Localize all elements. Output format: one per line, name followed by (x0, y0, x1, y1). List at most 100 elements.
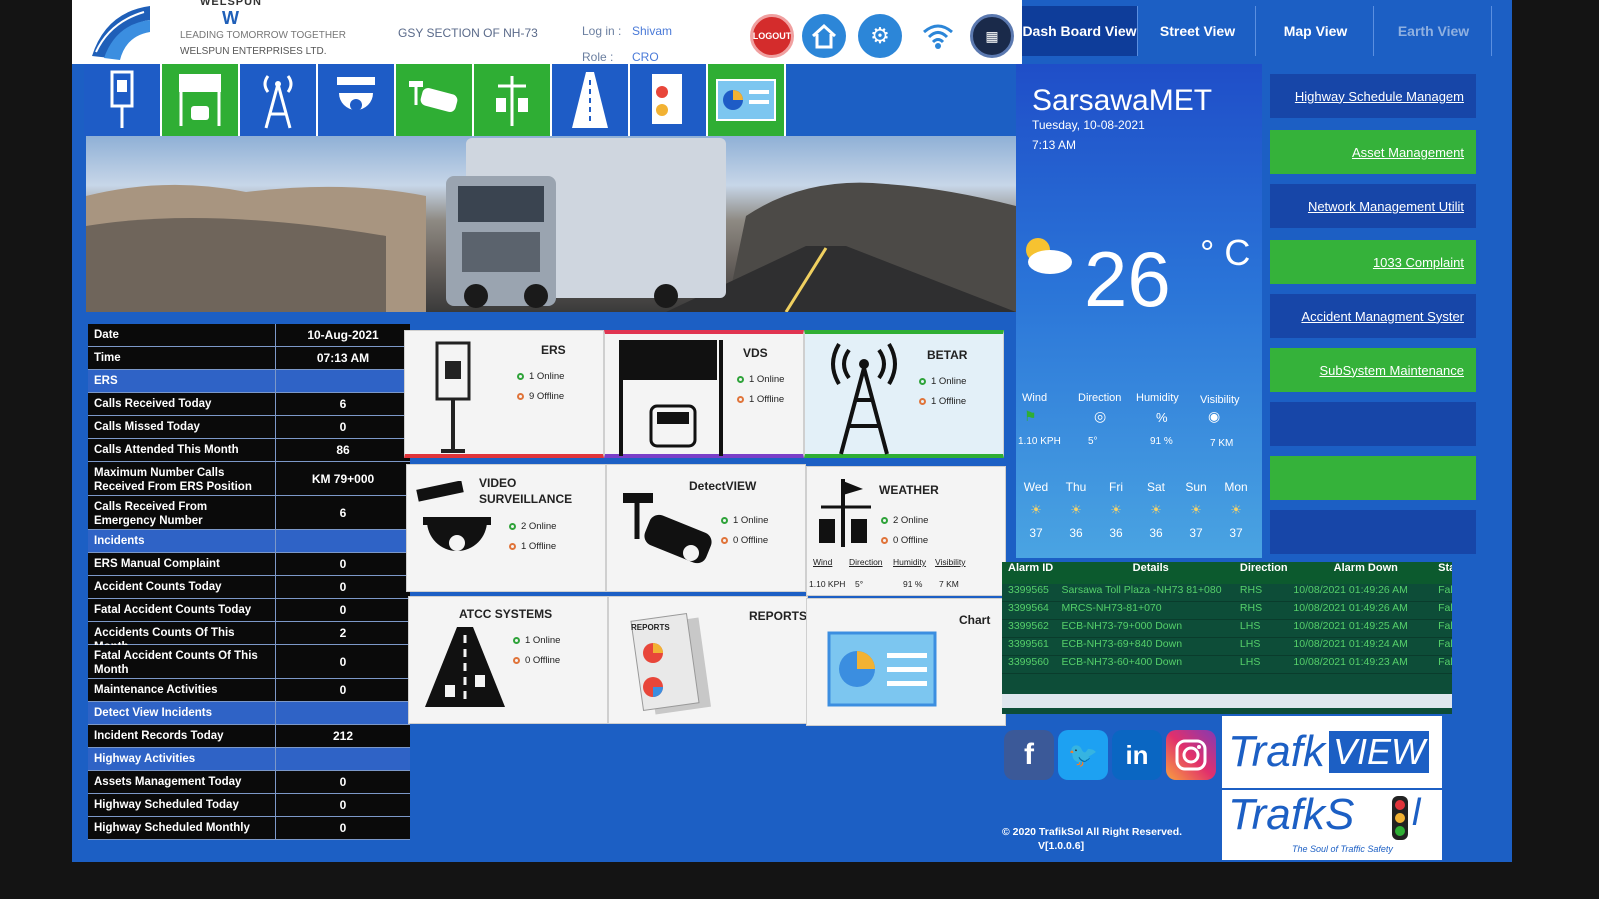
tile-video-surveillance[interactable]: VIDEO SURVEILLANCE 2 Online 1 Offline (406, 464, 606, 592)
tab-dashboard-view[interactable]: Dash Board View (1022, 6, 1138, 56)
twitter-icon[interactable]: 🐦 (1058, 730, 1108, 780)
row-label: Fatal Accident Counts Of This Month (88, 645, 276, 678)
menu-highway-schedule[interactable]: Highway Schedule Managem (1270, 74, 1476, 118)
weather-station-icon (819, 479, 871, 547)
horizontal-scrollbar[interactable] (1002, 694, 1452, 708)
menu-network-management[interactable]: Network Management Utilit (1270, 184, 1476, 228)
table-row[interactable]: 3399562 ECB-NH73-79+000 Down LHS 10/08/2021… (1002, 620, 1452, 638)
detectview-button[interactable] (396, 64, 474, 136)
online-status: 1 Online (721, 515, 768, 526)
offline-count: 0 Offline (893, 535, 929, 546)
col-alarm-id[interactable]: Alarm ID (1002, 562, 1062, 584)
section-ers: ERS (88, 370, 410, 393)
radio-tower-icon (831, 342, 897, 455)
reports-button[interactable] (630, 64, 708, 136)
cell-alarm-down: 10/08/2021 01:49:26 AM (1293, 584, 1408, 596)
forecast-temp: 36 (1109, 526, 1123, 540)
settings-button[interactable]: ⚙ (858, 14, 902, 58)
forecast-day-label: Sun (1185, 480, 1207, 494)
home-button[interactable] (802, 14, 846, 58)
traffic-light-icon (1392, 796, 1408, 840)
temperature-unit: ° C (1200, 232, 1251, 273)
station-name: SarsawaMET (1032, 84, 1213, 117)
col-direction[interactable]: Direction (1240, 562, 1294, 584)
facebook-icon[interactable]: f (1004, 730, 1054, 780)
header-bar: WELSPUN W LEADING TOMORROW TOGETHER WELS… (72, 0, 1022, 64)
instagram-icon[interactable] (1166, 730, 1216, 780)
row-ers-manual: ERS Manual Complaint 0 (88, 553, 410, 576)
col-details[interactable]: Details (1062, 562, 1240, 584)
video-surveillance-button[interactable] (318, 64, 396, 136)
road-icon (425, 627, 505, 707)
tab-earth-view[interactable]: Earth View (1376, 6, 1492, 56)
tile-chart[interactable]: Chart (806, 598, 1006, 726)
menu-accident-management[interactable]: Accident Managment Syster (1270, 294, 1476, 338)
menu-1033-complaint[interactable]: 1033 Complaint (1270, 240, 1476, 284)
row-label: Fatal Accident Counts Today (88, 599, 276, 621)
section-spacer (276, 748, 410, 770)
tile-betar[interactable]: BETAR 1 Online 1 Offline (804, 330, 1004, 458)
chart-icon (827, 631, 937, 707)
tile-title: REPORTS (749, 609, 808, 623)
forecast-temp: 37 (1029, 526, 1043, 540)
online-status: 1 Online (513, 635, 560, 646)
wind-value: 1.10 KPH (1018, 436, 1061, 447)
col-alarm-down[interactable]: Alarm Down (1293, 562, 1438, 584)
online-count: 1 Online (749, 374, 785, 385)
logout-button[interactable]: LOGOUT (750, 14, 794, 58)
dashboard-apps-button[interactable]: ▦ (970, 14, 1014, 58)
row-incident-records: Incident Records Today 212 (88, 725, 410, 748)
table-row[interactable]: 3399561 ECB-NH73-69+840 Down LHS 10/08/2021… (1002, 638, 1452, 656)
tile-weather[interactable]: WEATHER 2 Online 0 Offline Wind Directio… (806, 466, 1006, 596)
linkedin-icon[interactable]: in (1112, 730, 1162, 780)
row-hw-month: Highway Scheduled Monthly 0 (88, 817, 410, 840)
tile-ers[interactable]: ERS 1 Online 9 Offline (404, 330, 604, 458)
table-row[interactable]: 3399560 ECB-NH73-60+400 Down LHS 10/08/2021… (1002, 656, 1452, 674)
online-dot-icon (517, 373, 524, 380)
wifi-button[interactable] (916, 14, 960, 58)
wifi-icon (923, 24, 953, 49)
alarm-table-header: Alarm ID Details Direction Alarm Down St… (1002, 562, 1452, 584)
offline-status: 1 Offline (509, 541, 556, 552)
row-maintenance: Maintenance Activities 0 (88, 679, 410, 702)
atcc-button[interactable] (552, 64, 630, 136)
vds-button[interactable] (162, 64, 240, 136)
chart-button[interactable] (708, 64, 786, 136)
tile-title: DetectVIEW (689, 479, 757, 493)
tile-vds[interactable]: VDS 1 Online 1 Offline (604, 330, 804, 458)
offline-dot-icon (509, 543, 516, 550)
offline-count: 1 Offline (749, 394, 785, 405)
login-label: Log in : (582, 24, 622, 38)
table-row[interactable]: 3399565 Sarsawa Toll Plaza -NH73 81+080 RH… (1002, 584, 1452, 602)
tile-atcc[interactable]: ATCC SYSTEMS 1 Online 0 Offline (408, 596, 608, 724)
wind-value: 1.10 KPH (809, 579, 846, 589)
ers-phone-button[interactable] (84, 64, 162, 136)
cell-direction: RHS (1239, 584, 1263, 596)
menu-empty-slot[interactable] (1270, 402, 1476, 446)
menu-empty-slot[interactable] (1270, 510, 1476, 554)
table-row[interactable]: 3399564 MRCS-NH73-81+070 RHS 10/08/2021 01:… (1002, 602, 1452, 620)
online-status: 2 Online (509, 521, 556, 532)
tile-detectview[interactable]: DetectVIEW 1 Online 0 Offline (606, 464, 806, 592)
forecast-temp: 37 (1229, 526, 1243, 540)
dome-camera-icon (337, 77, 375, 111)
ers-phone-icon (110, 70, 134, 128)
weather-station-button[interactable] (474, 64, 552, 136)
online-count: 1 Online (733, 515, 769, 526)
cell-alarm-down: 10/08/2021 01:49:24 AM (1293, 638, 1408, 650)
version-text: V[1.0.0.6] (1038, 840, 1085, 852)
menu-empty-slot[interactable] (1270, 456, 1476, 500)
row-value: 6 (276, 496, 410, 529)
tab-map-view[interactable]: Map View (1258, 6, 1374, 56)
tab-street-view[interactable]: Street View (1140, 6, 1256, 56)
tile-reports[interactable]: REPORTS REPORTS (608, 596, 808, 724)
col-status[interactable]: Sta (1438, 562, 1452, 584)
row-assets: Assets Management Today 0 (88, 771, 410, 794)
compass-icon: ◎ (1094, 408, 1107, 424)
forecast-days: Wed Thu Fri Sat Sun Mon (1016, 480, 1262, 494)
betar-button[interactable] (240, 64, 318, 136)
menu-asset-management[interactable]: Asset Management (1270, 130, 1476, 174)
section-detect-view: Detect View Incidents (88, 702, 410, 725)
menu-subsystem-maintenance[interactable]: SubSystem Maintenance (1270, 348, 1476, 392)
humidity-icon: % (1156, 410, 1168, 425)
